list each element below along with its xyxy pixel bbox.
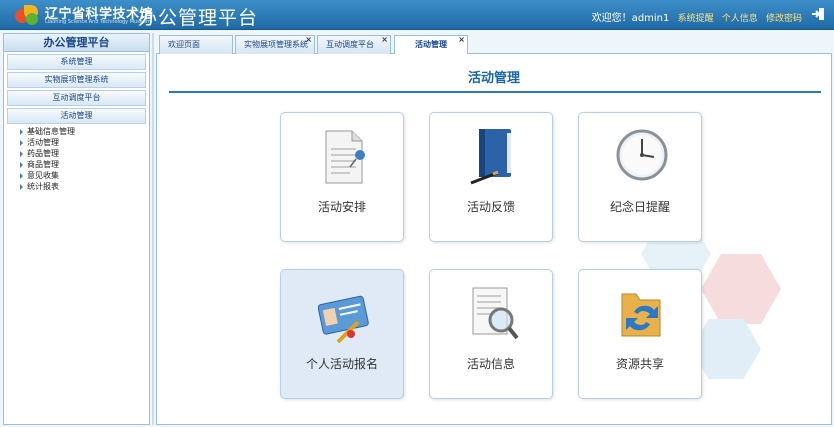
change-password-link[interactable]: 修改密码: [766, 14, 802, 24]
title-divider: [169, 91, 821, 93]
expand-arrow-icon: [20, 172, 23, 179]
card-activity-schedule[interactable]: 活动安排: [280, 112, 404, 242]
card-label: 资源共享: [615, 357, 664, 371]
sidebar: 办公管理平台 系统管理 实物展项管理系统 互动调度平台 活动管理 基础信息管理 …: [3, 33, 150, 425]
tab-activity[interactable]: 活动管理 ×: [394, 35, 468, 55]
logout-icon[interactable]: [811, 7, 825, 21]
tab-welcome[interactable]: 欢迎页面: [159, 35, 233, 54]
notebook-pen-icon: [470, 129, 511, 185]
tab-bar: 欢迎页面 实物展项管理系统 × 互动调度平台 × 活动管理 ×: [156, 33, 832, 55]
tab-interactive[interactable]: 互动调度平台 ×: [317, 35, 391, 54]
expand-arrow-icon: [20, 128, 23, 135]
folder-share-icon: [621, 293, 661, 337]
card-label: 活动信息: [466, 357, 515, 371]
panel-splitter[interactable]: [152, 33, 154, 425]
main-content: 活动管理 活动安排 活动反馈 纪念日提醒 个人活动报名 活动信息 资源共享: [156, 54, 832, 425]
document-pin-icon: [325, 130, 365, 184]
close-icon[interactable]: ×: [381, 31, 388, 49]
card-personal-registration[interactable]: 个人活动报名: [280, 269, 404, 399]
expand-arrow-icon: [20, 139, 23, 146]
sidebar-title: 办公管理平台: [4, 34, 149, 52]
close-icon[interactable]: ×: [458, 31, 465, 49]
page-title: 活动管理: [467, 71, 520, 86]
sidebar-tree: 基础信息管理 活动管理 药品管理 商品管理 意见收集 统计报表: [4, 126, 149, 192]
clock-icon: [616, 129, 668, 181]
tree-item-medicine[interactable]: 药品管理: [20, 148, 149, 159]
sidebar-section-interactive[interactable]: 互动调度平台: [7, 90, 146, 106]
app-header: 辽宁省科学技术馆 Liaoning Science And Technology…: [0, 0, 834, 30]
sidebar-section-activity[interactable]: 活动管理: [7, 108, 146, 124]
card-label: 纪念日提醒: [609, 200, 670, 214]
museum-logo-icon: [15, 3, 41, 27]
card-label: 个人活动报名: [305, 357, 378, 371]
sidebar-section-system[interactable]: 系统管理: [7, 54, 146, 70]
tree-item-feedback[interactable]: 意见收集: [20, 170, 149, 181]
card-label: 活动反馈: [466, 200, 515, 214]
user-area: 欢迎您！admin1 系统提醒 个人信息 修改密码: [592, 9, 802, 24]
org-name-en: Liaoning Science And Technology Museum: [45, 19, 151, 25]
tree-item-basic-info[interactable]: 基础信息管理: [20, 126, 149, 137]
sidebar-section-exhibits[interactable]: 实物展项管理系统: [7, 72, 146, 88]
tree-item-reports[interactable]: 统计报表: [20, 181, 149, 192]
app-title: 办公管理平台: [138, 7, 259, 29]
tree-item-activity[interactable]: 活动管理: [20, 137, 149, 148]
magnifier-document-icon: [472, 287, 519, 340]
expand-arrow-icon: [20, 150, 23, 157]
personal-info-link[interactable]: 个人信息: [722, 14, 758, 24]
system-reminder-link[interactable]: 系统提醒: [678, 14, 714, 24]
tree-item-goods[interactable]: 商品管理: [20, 159, 149, 170]
close-icon[interactable]: ×: [305, 31, 312, 49]
id-card-icon: [318, 295, 369, 344]
card-activity-info[interactable]: 活动信息: [429, 269, 553, 399]
card-resource-sharing[interactable]: 资源共享: [578, 269, 702, 399]
tab-exhibits[interactable]: 实物展项管理系统 ×: [235, 35, 315, 54]
expand-arrow-icon: [20, 183, 23, 190]
welcome-text: 欢迎您！admin1: [591, 13, 670, 24]
card-label: 活动安排: [317, 200, 366, 214]
card-activity-feedback[interactable]: 活动反馈: [429, 112, 553, 242]
card-anniversary-reminder[interactable]: 纪念日提醒: [578, 112, 702, 242]
expand-arrow-icon: [20, 161, 23, 168]
